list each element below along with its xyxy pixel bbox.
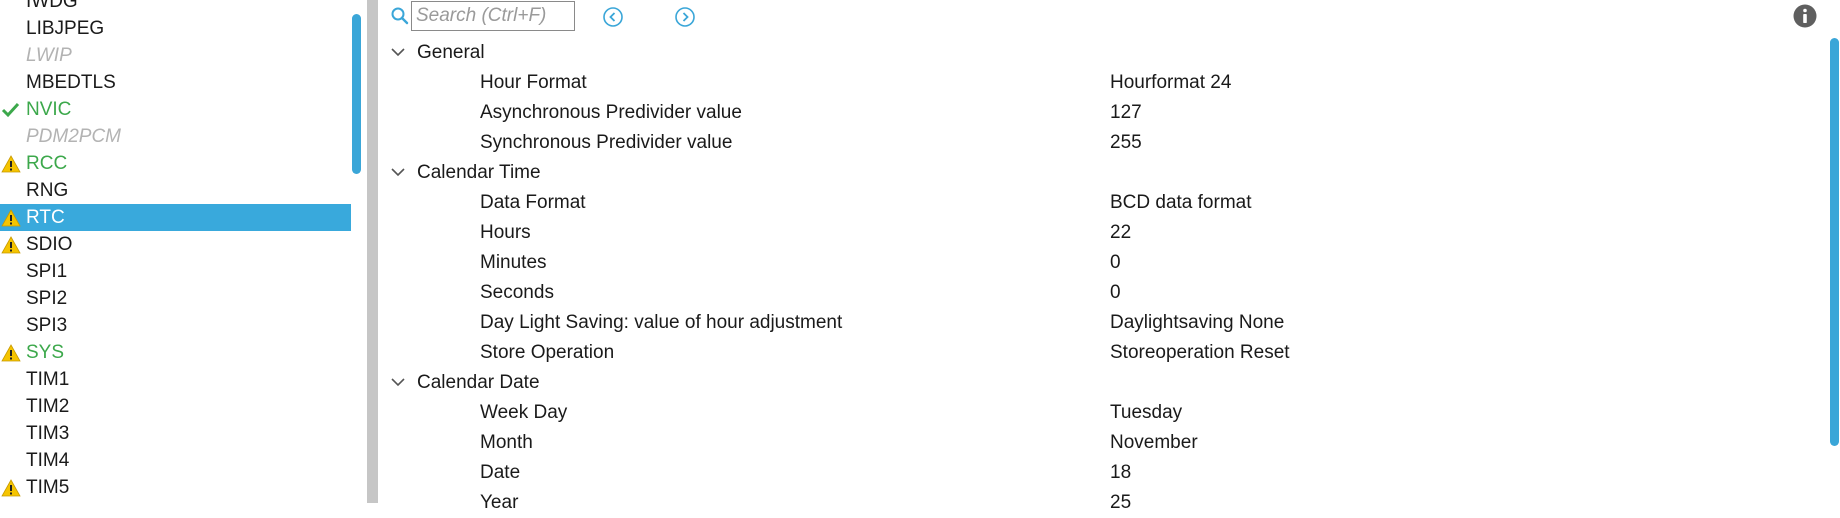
parameter-row[interactable]: Day Light Saving: value of hour adjustme… (480, 308, 1810, 338)
peripheral-list-scrollbar[interactable] (352, 14, 361, 174)
chevron-left-circle-icon[interactable] (601, 5, 625, 29)
parameter-name: Asynchronous Predivider value (480, 102, 742, 123)
parameter-value[interactable]: Hourformat 24 (1110, 68, 1231, 98)
sidebar-item-label: PDM2PCM (26, 126, 122, 147)
parameter-name: Hour Format (480, 72, 587, 93)
parameter-value[interactable]: 22 (1110, 218, 1131, 248)
info-icon[interactable] (1792, 3, 1818, 29)
sidebar-item-label: RTC (26, 207, 65, 228)
sidebar-item-rcc[interactable]: RCC (0, 150, 351, 177)
parameter-name: Store Operation (480, 342, 615, 363)
parameter-row[interactable]: Week Day Tuesday (480, 398, 1810, 428)
parameter-row[interactable]: Seconds 0 (480, 278, 1810, 308)
sidebar-item-label: SPI2 (26, 288, 68, 309)
sidebar-item-tim5[interactable]: TIM5 (0, 474, 351, 501)
parameter-value[interactable]: November (1110, 428, 1198, 458)
parameter-value[interactable]: Daylightsaving None (1110, 308, 1284, 338)
sidebar-item-tim3[interactable]: TIM3 (0, 420, 351, 447)
sidebar-item-label: SPI3 (26, 315, 68, 336)
group-title: Calendar Date (417, 372, 540, 393)
sidebar-item-lwip[interactable]: LWIP (0, 42, 351, 69)
chevron-down-icon[interactable] (390, 166, 406, 178)
parameter-row[interactable]: Date 18 (480, 458, 1810, 488)
parameter-value[interactable]: 25 (1110, 488, 1131, 518)
sidebar-item-label: RCC (26, 153, 68, 174)
sidebar-item-label: TIM1 (26, 369, 70, 390)
sidebar-item-mbedtls[interactable]: MBEDTLS (0, 69, 351, 96)
sidebar-item-pdm2pcm[interactable]: PDM2PCM (0, 123, 351, 150)
parameter-scrollbar[interactable] (1830, 38, 1839, 446)
sidebar-item-nvic[interactable]: NVIC (0, 96, 351, 123)
search-icon[interactable] (390, 6, 410, 26)
parameter-name: Data Format (480, 192, 586, 213)
warning-icon (1, 209, 21, 227)
parameter-row[interactable]: Data Format BCD data format (480, 188, 1810, 218)
parameter-row[interactable]: Synchronous Predivider value 255 (480, 128, 1810, 158)
search-input[interactable] (411, 1, 575, 31)
parameter-value[interactable]: 127 (1110, 98, 1142, 128)
sidebar-item-rng[interactable]: RNG (0, 177, 351, 204)
sidebar-item-label: SPI1 (26, 261, 68, 282)
sidebar-item-spi3[interactable]: SPI3 (0, 312, 351, 339)
chevron-down-icon[interactable] (390, 46, 406, 58)
sidebar-item-label: LWIP (26, 45, 72, 66)
sidebar-item-tim1[interactable]: TIM1 (0, 366, 351, 393)
parameter-name: Minutes (480, 252, 547, 273)
check-icon (1, 102, 20, 118)
parameter-row[interactable]: Asynchronous Predivider value 127 (480, 98, 1810, 128)
group-title: Calendar Time (417, 162, 541, 183)
parameter-name: Seconds (480, 282, 554, 303)
sidebar-item-label: SDIO (26, 234, 73, 255)
parameter-name: Week Day (480, 402, 568, 423)
parameter-name: Day Light Saving: value of hour adjustme… (480, 312, 843, 333)
sidebar-item-label: LIBJPEG (26, 18, 105, 39)
sidebar-item-spi2[interactable]: SPI2 (0, 285, 351, 312)
sidebar-item-label: TIM3 (26, 423, 70, 444)
parameter-row[interactable]: Year 25 (480, 488, 1810, 518)
sidebar-item-label: MBEDTLS (26, 72, 116, 93)
sidebar-item-tim2[interactable]: TIM2 (0, 393, 351, 420)
parameter-value[interactable]: 0 (1110, 248, 1121, 278)
chevron-right-circle-icon[interactable] (673, 5, 697, 29)
parameter-value[interactable]: 18 (1110, 458, 1131, 488)
sidebar-item-tim4[interactable]: TIM4 (0, 447, 351, 474)
parameter-name: Month (480, 432, 533, 453)
sidebar-item-label: NVIC (26, 99, 72, 120)
group-title: General (417, 42, 485, 63)
parameter-value[interactable]: 0 (1110, 278, 1121, 308)
peripheral-list: IWDG LIBJPEG LWIP MBEDTLS NVIC PDM2PCM RCC RNG R… (0, 0, 351, 503)
sidebar-item-sys[interactable]: SYS (0, 339, 351, 366)
parameter-value[interactable]: Tuesday (1110, 398, 1182, 428)
parameter-row[interactable]: Hours 22 (480, 218, 1810, 248)
parameter-name: Date (480, 462, 521, 483)
parameter-row[interactable]: Store Operation Storeoperation Reset (480, 338, 1810, 368)
sidebar-item-sdio[interactable]: SDIO (0, 231, 351, 258)
sidebar-item-label: RNG (26, 180, 69, 201)
sidebar-item-label: IWDG (26, 0, 78, 12)
warning-icon (1, 155, 21, 173)
parameter-row[interactable]: Month November (480, 428, 1810, 458)
chevron-down-icon[interactable] (390, 376, 406, 388)
sidebar-item-label: TIM4 (26, 450, 70, 471)
warning-icon (1, 236, 21, 254)
sidebar-item-label: SYS (26, 342, 65, 363)
sidebar-item-libjpeg[interactable]: LIBJPEG (0, 15, 351, 42)
sidebar-item-label: TIM5 (26, 477, 70, 498)
parameter-row[interactable]: Minutes 0 (480, 248, 1810, 278)
parameter-name: Synchronous Predivider value (480, 132, 733, 153)
parameter-name: Hours (480, 222, 531, 243)
parameter-name: Year (480, 492, 519, 513)
parameter-value[interactable]: 255 (1110, 128, 1142, 158)
sidebar-item-label: TIM2 (26, 396, 70, 417)
parameter-value[interactable]: BCD data format (1110, 188, 1252, 218)
sidebar-item-iwdg[interactable]: IWDG (0, 0, 351, 15)
sidebar-item-rtc[interactable]: RTC (0, 204, 351, 231)
parameter-value[interactable]: Storeoperation Reset (1110, 338, 1290, 368)
parameter-row[interactable]: Hour Format Hourformat 24 (480, 68, 1810, 98)
panel-splitter[interactable] (367, 0, 378, 503)
sidebar-item-spi1[interactable]: SPI1 (0, 258, 351, 285)
warning-icon (1, 344, 21, 362)
warning-icon (1, 479, 21, 497)
